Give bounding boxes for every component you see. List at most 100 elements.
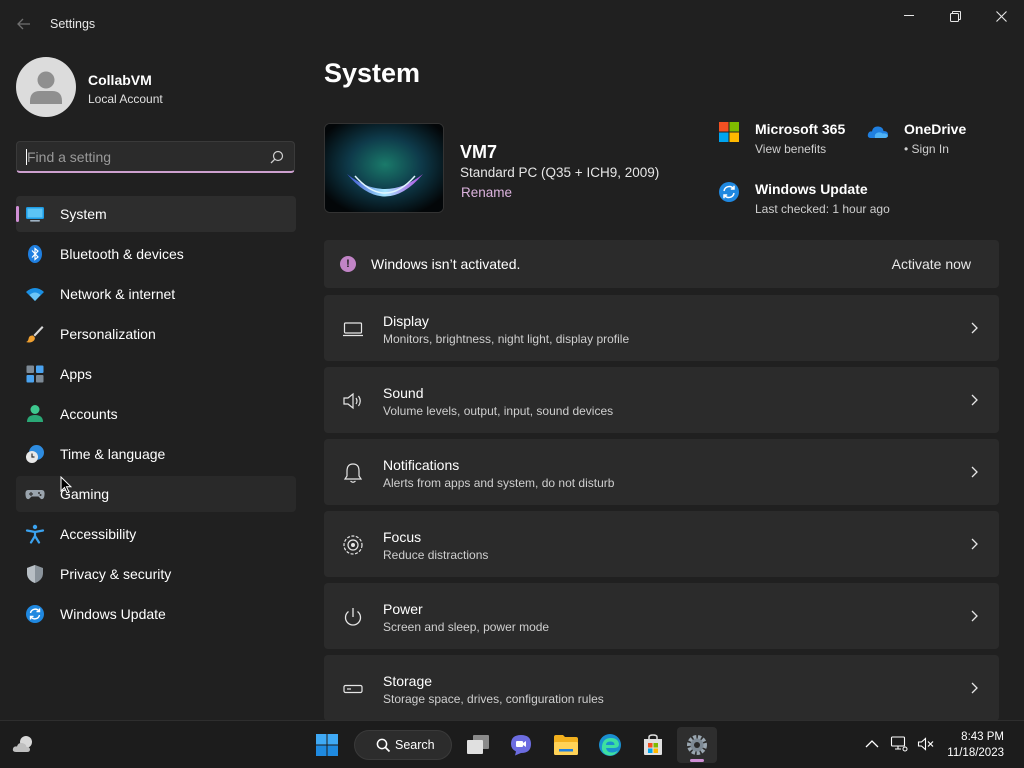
taskbar-search[interactable]: Search <box>354 730 452 760</box>
task-view-button[interactable] <box>458 727 498 763</box>
quick-link-subtitle: • Sign In <box>904 142 949 156</box>
search-box[interactable] <box>16 141 295 173</box>
chevron-right-icon <box>971 682 978 694</box>
sidebar-item-time-language[interactable]: Time & language <box>16 436 296 472</box>
chevron-right-icon <box>971 322 978 334</box>
chat-button[interactable] <box>501 727 541 763</box>
card-subtitle: Alerts from apps and system, do not dist… <box>383 476 615 490</box>
sidebar-item-label: Network & internet <box>60 286 176 302</box>
sidebar-item-windows-update[interactable]: Windows Update <box>16 596 296 632</box>
card-focus[interactable]: Focus Reduce distractions <box>324 511 999 577</box>
chevron-up-icon[interactable] <box>863 735 881 753</box>
sidebar-item-label: Accounts <box>60 406 118 422</box>
sidebar-item-accounts[interactable]: Accounts <box>16 396 296 432</box>
edge-button[interactable] <box>590 727 630 763</box>
device-name: VM7 <box>460 142 498 162</box>
speaker-icon <box>343 392 361 410</box>
activation-message: Windows isn’t activated. <box>371 256 521 272</box>
minimize-icon <box>904 15 914 16</box>
wifi-icon <box>26 288 44 301</box>
account-type: Local Account <box>88 92 163 106</box>
sidebar-item-personalization[interactable]: Personalization <box>16 316 296 352</box>
network-icon[interactable] <box>890 735 908 753</box>
chevron-right-icon <box>971 610 978 622</box>
task-view-icon <box>467 735 489 754</box>
sidebar-item-label: Privacy & security <box>60 566 172 582</box>
card-power[interactable]: Power Screen and sleep, power mode <box>324 583 999 649</box>
shield-icon <box>27 565 43 583</box>
restore-button[interactable] <box>932 0 978 32</box>
card-display[interactable]: Display Monitors, brightness, night ligh… <box>324 295 999 361</box>
back-button[interactable] <box>12 12 36 36</box>
sidebar-item-label: System <box>60 206 107 222</box>
card-title: Power <box>383 601 423 617</box>
file-explorer-button[interactable] <box>546 727 586 763</box>
restore-icon <box>949 10 961 22</box>
activate-now-button[interactable]: Activate now <box>892 256 971 272</box>
minimize-button[interactable] <box>886 0 932 32</box>
taskbar-search-label: Search <box>395 738 435 752</box>
start-button[interactable] <box>307 727 347 763</box>
sidebar-nav: System Bluetooth & devices Network & int… <box>16 196 296 636</box>
chat-icon <box>511 735 531 756</box>
sidebar-item-accessibility[interactable]: Accessibility <box>16 516 296 552</box>
card-notifications[interactable]: Notifications Alerts from apps and syste… <box>324 439 999 505</box>
microsoft-logo-icon <box>719 122 739 142</box>
sidebar: CollabVM Local Account System Bluetooth … <box>0 48 310 720</box>
drive-icon <box>343 684 363 694</box>
card-title: Display <box>383 313 429 329</box>
device-wallpaper-thumbnail <box>324 123 444 213</box>
card-subtitle: Reduce distractions <box>383 548 489 562</box>
card-sound[interactable]: Sound Volume levels, output, input, soun… <box>324 367 999 433</box>
onedrive-link[interactable]: OneDrive • Sign In <box>867 121 977 161</box>
sidebar-item-privacy[interactable]: Privacy & security <box>16 556 296 592</box>
file-explorer-icon <box>554 735 578 755</box>
rename-link[interactable]: Rename <box>461 185 512 200</box>
apps-icon <box>26 365 44 383</box>
sidebar-item-system[interactable]: System <box>16 196 296 232</box>
wallpaper-bloom-icon <box>325 124 443 212</box>
settings-taskbar-button[interactable] <box>677 727 717 763</box>
avatar[interactable] <box>16 57 76 117</box>
update-icon <box>719 182 739 202</box>
selection-indicator <box>16 206 19 222</box>
close-button[interactable] <box>978 0 1024 32</box>
system-icon <box>26 207 44 222</box>
card-subtitle: Monitors, brightness, night light, displ… <box>383 332 630 346</box>
store-button[interactable] <box>633 727 673 763</box>
quick-link-title: Microsoft 365 <box>755 121 846 137</box>
sidebar-item-apps[interactable]: Apps <box>16 356 296 392</box>
card-title: Notifications <box>383 457 460 473</box>
store-icon <box>644 734 662 755</box>
user-name: CollabVM <box>88 72 152 88</box>
quick-link-title: OneDrive <box>904 121 967 137</box>
settings-icon <box>687 735 707 755</box>
search-icon <box>376 738 391 753</box>
sidebar-item-gaming[interactable]: Gaming <box>16 476 296 512</box>
chevron-right-icon <box>971 538 978 550</box>
microsoft-365-link[interactable]: Microsoft 365 View benefits <box>718 121 868 161</box>
clock-date: 11/18/2023 <box>947 747 1004 759</box>
card-storage[interactable]: Storage Storage space, drives, configura… <box>324 655 999 721</box>
search-input[interactable] <box>27 148 257 166</box>
windows-update-link[interactable]: Windows Update Last checked: 1 hour ago <box>718 181 918 221</box>
clock-time: 8:43 PM <box>961 731 1004 743</box>
start-icon <box>316 734 338 756</box>
search-icon[interactable] <box>270 150 284 164</box>
person-icon <box>30 71 62 104</box>
taskbar: Search 8:43 PM 11/18/2023 <box>0 720 1024 768</box>
volume-muted-icon[interactable] <box>917 735 935 753</box>
mouse-cursor-icon <box>60 476 72 494</box>
page-title: System <box>324 58 421 88</box>
widgets-button[interactable] <box>4 727 44 763</box>
sidebar-item-network[interactable]: Network & internet <box>16 276 296 312</box>
device-model: Standard PC (Q35 + ICH9, 2009) <box>460 165 660 180</box>
arrow-left-icon <box>17 18 30 30</box>
quick-link-subtitle: View benefits <box>755 142 827 156</box>
card-subtitle: Screen and sleep, power mode <box>383 620 550 634</box>
sidebar-item-bluetooth[interactable]: Bluetooth & devices <box>16 236 296 272</box>
sidebar-item-label: Bluetooth & devices <box>60 246 184 262</box>
card-title: Storage <box>383 673 433 689</box>
update-icon <box>26 605 44 623</box>
title-bar: Settings <box>0 0 1024 48</box>
